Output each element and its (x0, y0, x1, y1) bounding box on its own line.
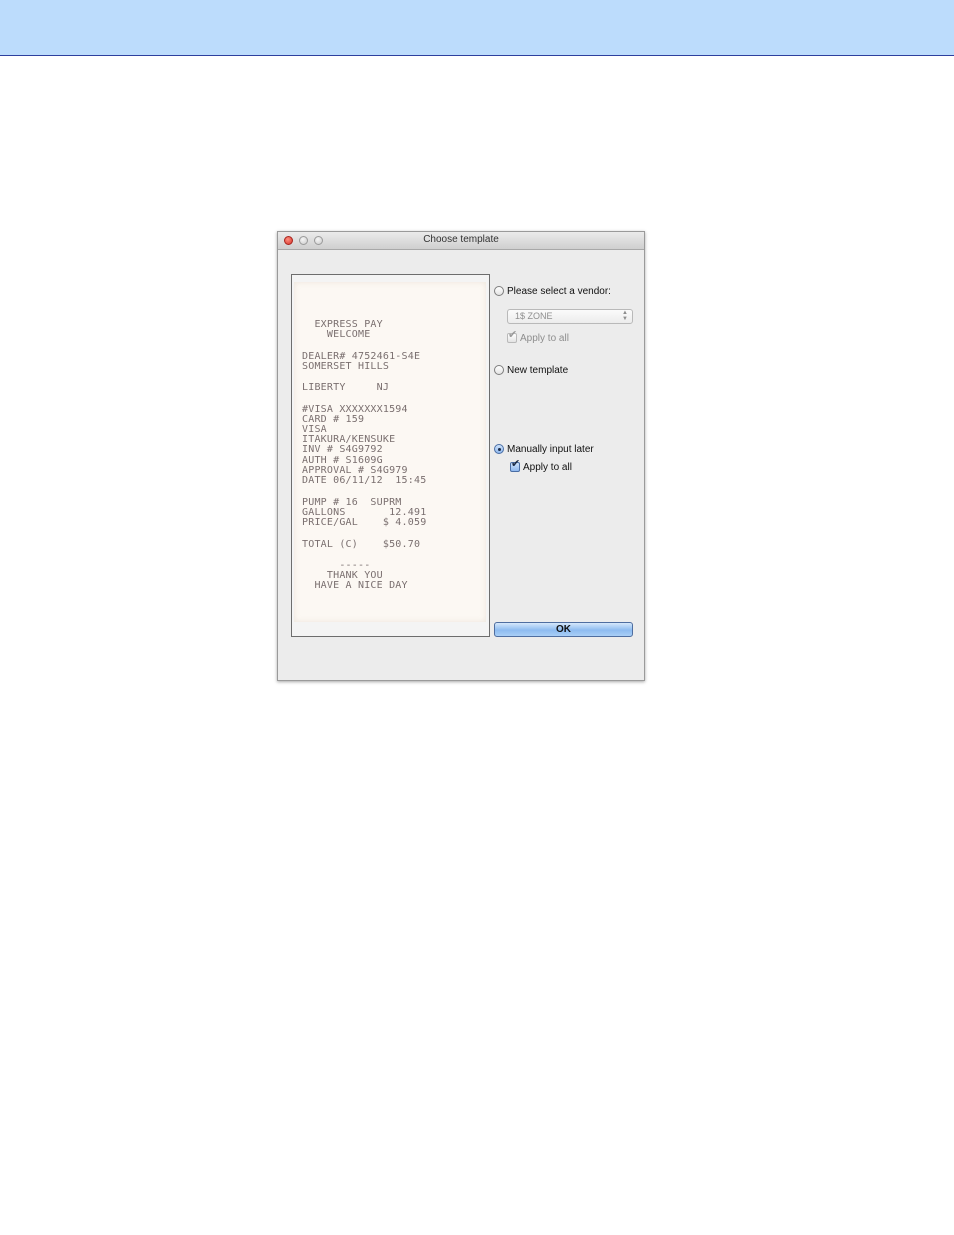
receipt-line: INV # S4G9792 (302, 444, 383, 455)
receipt-line: DATE 06/11/12 15:45 (302, 475, 427, 486)
checkmark-icon: ✔ (511, 458, 521, 470)
manual-apply-all-option[interactable]: ✔ Apply to all (510, 458, 572, 473)
receipt-line: WELCOME (302, 329, 371, 340)
ok-button[interactable]: OK (494, 622, 633, 637)
checkmark-icon: ✔ (508, 329, 518, 341)
receipt-line: PRICE/GAL $ 4.059 (302, 517, 427, 528)
vendor-select[interactable]: 1$ ZONE ▲ ▼ (507, 309, 633, 324)
vendor-apply-all-checkbox[interactable]: ✔ (507, 329, 518, 343)
new-template-radio[interactable] (494, 365, 504, 375)
manual-input-radio-option[interactable]: Manually input later (494, 444, 594, 455)
updown-arrows-icon: ▲ ▼ (622, 310, 628, 322)
manual-apply-all-checkbox[interactable]: ✔ (510, 458, 521, 472)
receipt-line: LIBERTY NJ (302, 382, 390, 393)
choose-template-dialog: Choose template EXPRESS PAY WELCOME DEAL… (277, 231, 645, 681)
new-template-label: New template (507, 365, 569, 376)
vendor-apply-all-option[interactable]: ✔ Apply to all (507, 329, 569, 344)
receipt-line: TOTAL (C) $50.70 (302, 539, 421, 550)
receipt-line: SOMERSET HILLS (302, 361, 390, 372)
vendor-radio-option[interactable]: Please select a vendor: (494, 286, 611, 297)
receipt-preview: EXPRESS PAY WELCOME DEALER# 4752461-S4E … (291, 274, 490, 637)
window-title: Choose template (423, 234, 499, 245)
manual-input-radio[interactable] (494, 444, 504, 454)
manual-input-label: Manually input later (507, 444, 594, 455)
header-banner (0, 0, 954, 56)
vendor-radio[interactable] (494, 286, 504, 296)
receipt-line: HAVE A NICE DAY (302, 580, 408, 591)
new-template-radio-option[interactable]: New template (494, 365, 568, 376)
manual-apply-all-label: Apply to all (523, 462, 572, 473)
vendor-radio-label: Please select a vendor: (507, 286, 611, 297)
vendor-apply-all-label: Apply to all (520, 333, 569, 344)
receipt-image: EXPRESS PAY WELCOME DEALER# 4752461-S4E … (294, 282, 486, 622)
vendor-select-value: 1$ ZONE (515, 311, 553, 321)
title-bar[interactable]: Choose template (278, 232, 644, 250)
